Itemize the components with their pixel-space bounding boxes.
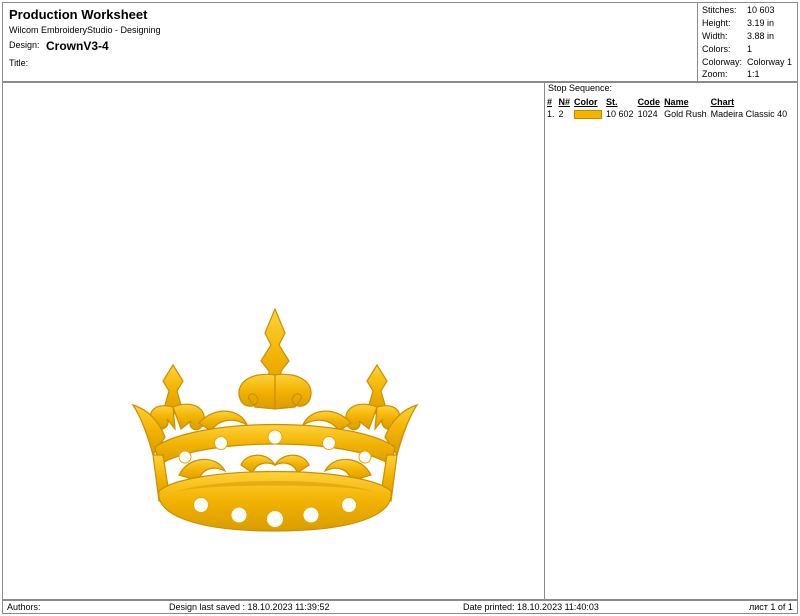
stat-label: Width:: [702, 31, 728, 41]
stat-value: 10 603: [747, 5, 775, 15]
design-stats: Stitches: 10 603 Height: 3.19 in Width: …: [697, 2, 798, 82]
column-header-stitches: St.: [606, 97, 618, 107]
cell-chart: Madeira Classic 40: [710, 109, 788, 119]
stat-value: Colorway 1: [747, 57, 793, 67]
stat-value: 1:1: [747, 69, 760, 79]
worksheet-footer: Authors: Design last saved : 18.10.2023 …: [2, 600, 798, 614]
crown-embroidery-icon: [131, 307, 419, 532]
stop-sequence-table: # N# Color St. Code Name Chart 1. 2 10 6…: [546, 96, 790, 120]
stat-label: Height:: [702, 18, 731, 28]
stop-sequence-title: Stop Sequence:: [548, 83, 613, 93]
title-label: Title:: [9, 58, 29, 68]
stat-label: Stitches:: [702, 5, 737, 15]
column-header-number: N#: [558, 97, 571, 107]
color-swatch: [574, 110, 603, 120]
worksheet-header: Production Worksheet Wilcom EmbroiderySt…: [2, 2, 798, 82]
cell-name: Gold Rush: [664, 109, 707, 119]
stop-sequence-panel: Stop Sequence: # N# Color St. Code Name …: [544, 82, 798, 600]
cell-color: [573, 108, 605, 120]
stat-label: Colorway:: [702, 57, 743, 67]
cell-code: 1024: [637, 109, 658, 119]
design-preview: [2, 82, 545, 600]
cell-number: 2: [558, 109, 564, 119]
last-saved: Design last saved : 18.10.2023 11:39:52: [169, 602, 330, 612]
column-header-code: Code: [637, 97, 661, 107]
design-name: CrownV3-4: [46, 39, 109, 53]
column-header-index: #: [547, 97, 553, 107]
document-title: Production Worksheet: [9, 7, 148, 22]
authors-label: Authors:: [7, 602, 41, 612]
stat-label: Zoom:: [702, 69, 728, 79]
application-name: Wilcom EmbroideryStudio - Designing: [9, 25, 161, 35]
page-number: лист 1 of 1: [749, 602, 793, 612]
table-row: 1. 2 10 602 1024 Gold Rush Madeira Class…: [546, 108, 790, 120]
table-header-row: # N# Color St. Code Name Chart: [546, 96, 790, 108]
column-header-chart: Chart: [710, 97, 735, 107]
stat-value: 3.19 in: [747, 18, 775, 28]
cell-index: 1.: [547, 109, 555, 119]
column-header-color: Color: [574, 97, 598, 107]
stat-label: Colors:: [702, 44, 731, 54]
design-label: Design:: [9, 40, 40, 50]
cell-stitches: 10 602: [606, 109, 634, 119]
stat-value: 1: [747, 44, 753, 54]
column-header-name: Name: [664, 97, 689, 107]
date-printed: Date printed: 18.10.2023 11:40:03: [463, 602, 599, 612]
stat-value: 3.88 in: [747, 31, 775, 41]
